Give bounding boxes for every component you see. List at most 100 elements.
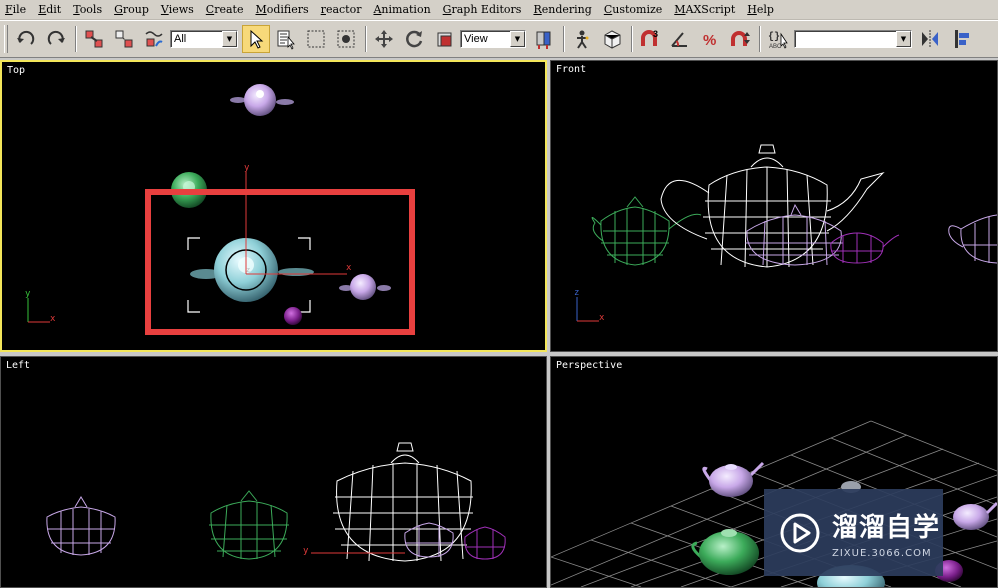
select-by-name-icon xyxy=(277,30,295,50)
menu-bar: File Edit Tools Group Views Create Modifiers re… xyxy=(0,0,998,20)
spinner-snap-icon xyxy=(731,31,750,46)
teapot-lilac-persp[interactable] xyxy=(702,461,765,497)
menu-item-reactor[interactable]: reactor xyxy=(320,3,363,16)
menu-item-maxscript[interactable]: MAXScript xyxy=(673,3,736,16)
svg-text:{}: {} xyxy=(768,31,780,43)
menu-item-views[interactable]: Views xyxy=(160,3,195,16)
edit-named-selection-icon: {}ABC xyxy=(768,31,788,50)
wire-teapot-lilac-small-left[interactable] xyxy=(404,522,454,558)
tripod-y-label: y xyxy=(25,289,31,299)
select-by-name-button[interactable] xyxy=(272,25,300,53)
select-object-button[interactable] xyxy=(242,25,270,53)
undo-icon xyxy=(17,30,35,45)
align-button[interactable] xyxy=(946,25,974,53)
gizmo-z-label: z xyxy=(246,266,250,274)
tripod-x-label: x xyxy=(50,314,56,324)
select-and-link-icon xyxy=(85,30,103,48)
menu-item-customize[interactable]: Customize xyxy=(603,3,663,16)
select-manipulate-icon xyxy=(577,30,589,49)
tripod-z-label: z xyxy=(574,288,579,298)
toolbar-separator xyxy=(75,26,77,52)
bind-space-warp-button[interactable] xyxy=(140,25,168,53)
wire-teapot-lilac-left[interactable] xyxy=(46,496,116,556)
menu-item-help[interactable]: Help xyxy=(746,3,775,16)
teapot-lilac-right-persp[interactable] xyxy=(953,501,997,530)
teapot-lilac-top[interactable] xyxy=(230,84,294,116)
axis-tripod: z x xyxy=(574,288,605,323)
top-view-scene: y x z y x xyxy=(25,84,415,335)
selection-filter-dropdown[interactable]: All ▼ xyxy=(170,30,238,48)
rectangular-region-icon xyxy=(307,30,325,48)
viewport-front[interactable]: Front z x xyxy=(550,60,998,352)
angle-snap-button[interactable] xyxy=(666,25,694,53)
snap-toggle-icon: 3 xyxy=(641,29,658,46)
keyboard-shortcut-override-button[interactable] xyxy=(598,25,626,53)
main-toolbar: All ▼ View ▼ 3 % {} ABC ▼ xyxy=(0,20,998,58)
redo-button[interactable] xyxy=(42,25,70,53)
undo-button[interactable] xyxy=(12,25,40,53)
watermark-title: 溜溜自学 xyxy=(832,512,941,543)
svg-text:3: 3 xyxy=(653,29,658,39)
move-button[interactable] xyxy=(370,25,398,53)
unlink-button[interactable] xyxy=(110,25,138,53)
teapot-purple[interactable] xyxy=(284,307,302,325)
bind-space-warp-icon xyxy=(145,31,163,47)
svg-text:%: % xyxy=(703,32,716,49)
scale-icon xyxy=(437,32,452,47)
viewport-top[interactable]: Top y x z y x xyxy=(0,60,547,352)
tripod-x-label: x xyxy=(599,313,605,323)
menu-item-create[interactable]: Create xyxy=(205,3,245,16)
spinner-snap-button[interactable] xyxy=(726,25,754,53)
keyboard-shortcut-icon xyxy=(604,30,621,49)
menu-item-modifiers[interactable]: Modifiers xyxy=(254,3,309,16)
percent-snap-icon: % xyxy=(703,32,716,49)
teapot-cyan-selected[interactable] xyxy=(190,238,314,302)
front-view-scene: z x xyxy=(574,144,997,323)
window-crossing-icon xyxy=(337,30,355,48)
menu-item-rendering[interactable]: Rendering xyxy=(532,3,592,16)
menu-item-group[interactable]: Group xyxy=(113,3,150,16)
teapot-green-persp[interactable] xyxy=(691,529,759,575)
gizmo-y-label: y xyxy=(303,546,309,556)
gizmo-x-label: x xyxy=(346,263,352,273)
teapot-lilac-small[interactable] xyxy=(339,274,391,300)
menu-item-graph-editors[interactable]: Graph Editors xyxy=(442,3,523,16)
toolbar-separator xyxy=(631,26,633,52)
watermark-url: ZIXUE.3066.COM xyxy=(832,547,932,559)
play-logo-icon xyxy=(780,513,820,552)
wire-teapot-green[interactable] xyxy=(591,196,702,266)
edit-named-selection-button[interactable]: {} ABC xyxy=(764,25,792,53)
scale-button[interactable] xyxy=(430,25,458,53)
named-selection-dropdown[interactable]: ▼ xyxy=(794,30,912,48)
toolbar-separator xyxy=(563,26,565,52)
chevron-down-icon: ▼ xyxy=(222,31,237,47)
select-and-link-button[interactable] xyxy=(80,25,108,53)
toolbar-grip[interactable] xyxy=(4,25,8,53)
select-manipulate-button[interactable] xyxy=(568,25,596,53)
reference-coordinate-dropdown[interactable]: View ▼ xyxy=(460,30,526,48)
chevron-down-icon: ▼ xyxy=(510,31,525,47)
menu-item-animation[interactable]: Animation xyxy=(372,3,431,16)
redo-icon xyxy=(47,30,65,45)
viewport-left[interactable]: Left y xyxy=(0,356,547,588)
wire-teapot-lilac-edge[interactable] xyxy=(948,214,997,264)
watermark-badge: 溜溜自学 ZIXUE.3066.COM xyxy=(764,489,943,576)
menu-item-file[interactable]: File xyxy=(4,3,27,16)
wire-teapot-lilac[interactable] xyxy=(745,203,843,266)
wire-teapot-large[interactable] xyxy=(660,144,885,268)
wire-teapot-green-left[interactable] xyxy=(209,490,289,560)
mirror-button[interactable] xyxy=(916,25,944,53)
rectangular-region-button[interactable] xyxy=(302,25,330,53)
wire-teapot-purple-left[interactable] xyxy=(464,526,506,560)
percent-snap-button[interactable]: % xyxy=(696,25,724,53)
pivot-button[interactable] xyxy=(530,25,558,53)
menu-item-tools[interactable]: Tools xyxy=(72,3,103,16)
snap-toggle-button[interactable]: 3 xyxy=(636,25,664,53)
toolbar-separator xyxy=(365,26,367,52)
left-view-scene: y xyxy=(46,442,506,562)
transform-gizmo-left[interactable]: y xyxy=(303,546,405,556)
window-crossing-button[interactable] xyxy=(332,25,360,53)
angle-snap-icon xyxy=(671,32,687,47)
rotate-button[interactable] xyxy=(400,25,428,53)
menu-item-edit[interactable]: Edit xyxy=(37,3,62,16)
